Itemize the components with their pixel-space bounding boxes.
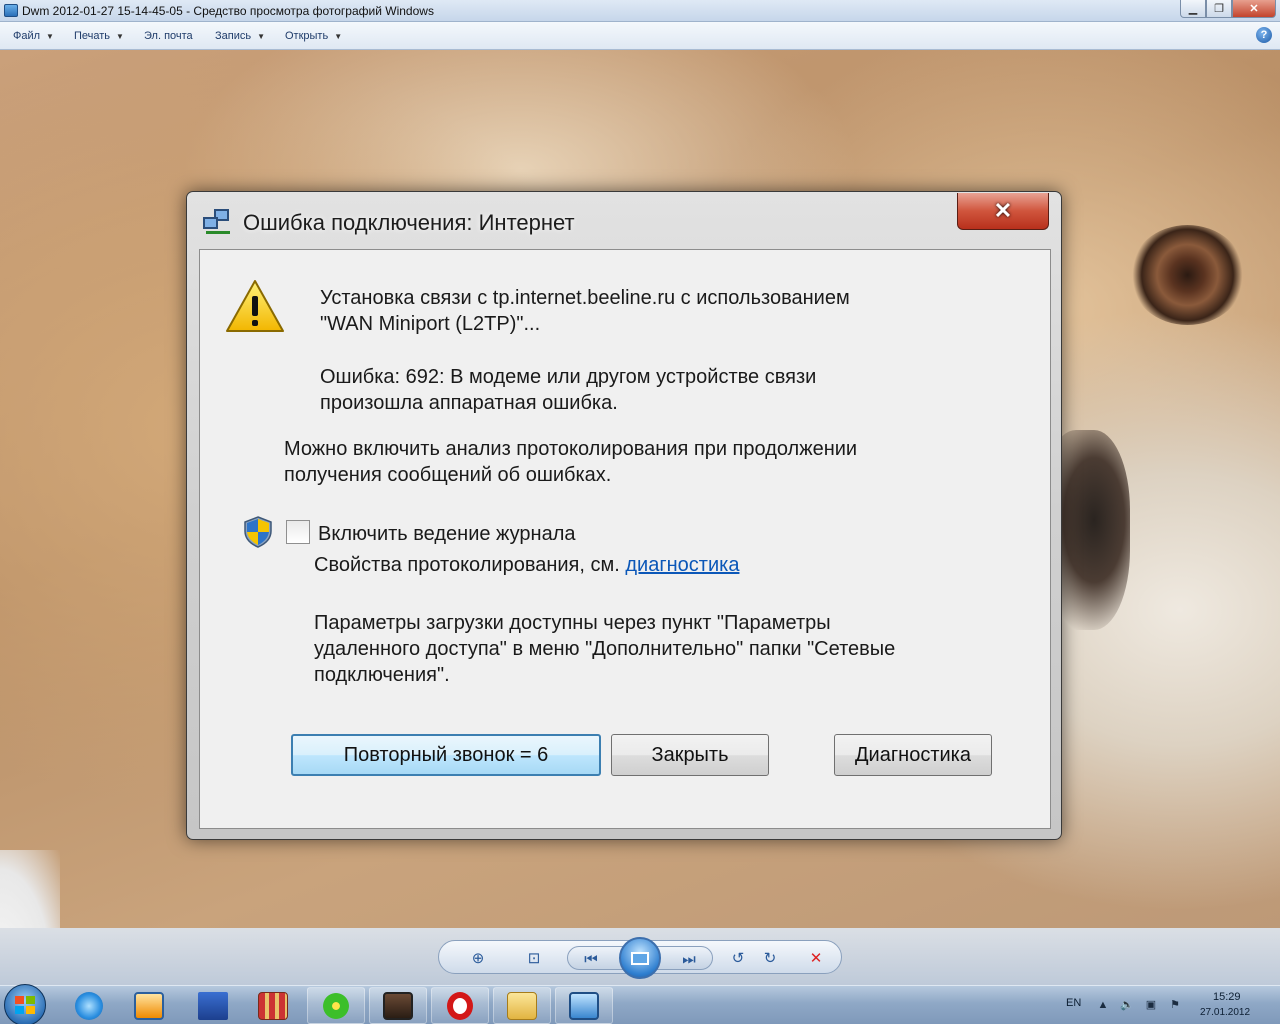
window-close-button[interactable]: ✕ [1232, 0, 1276, 18]
close-icon: ✕ [1249, 3, 1259, 15]
taskbar-internet-explorer[interactable] [60, 987, 118, 1024]
menu-open-label: Открыть [285, 30, 329, 42]
menu-open[interactable]: Открыть ▼ [285, 30, 342, 42]
taskbar-photo-viewer[interactable] [555, 987, 613, 1024]
chevron-down-icon: ▼ [116, 32, 124, 41]
restore-icon: ❐ [1214, 3, 1224, 15]
diagnostics-link[interactable]: диагностика [625, 554, 739, 576]
clock-date[interactable]: 27.01.2012 [1200, 1007, 1250, 1018]
window-titlebar: Dwm 2012-01-27 15-14-45-05 - Средство пр… [0, 0, 1280, 22]
menu-email-label: Эл. почта [144, 30, 193, 42]
chevron-down-icon: ▼ [257, 32, 266, 41]
delete-icon: ✕ [809, 950, 823, 967]
volume-icon[interactable]: 🔈 [1120, 999, 1134, 1011]
connection-error-dialog: Ошибка подключения: Интернет ✕ Установка… [186, 191, 1062, 840]
menu-print-label: Печать [74, 30, 111, 42]
next-icon: ⏭ [682, 950, 696, 968]
logging-hint-line-1: Можно включить анализ протоколирования п… [284, 438, 858, 460]
opera-icon [447, 991, 473, 1020]
menu-print[interactable]: Печать ▼ [74, 30, 124, 42]
menu-file-label: Файл [13, 30, 41, 42]
params-line-3: подключения". [314, 664, 450, 686]
viewer-controls: ⊕ ⊡ ⏮ ⏭ ↺ ↻ ✕ [438, 937, 842, 979]
windows-logo-icon [15, 996, 35, 1014]
icq-flower-icon [321, 991, 351, 1020]
redial-button[interactable]: Повторный звонок = 6 [291, 734, 601, 776]
viewer-control-area: ⊕ ⊡ ⏮ ⏭ ↺ ↻ ✕ [0, 928, 1280, 985]
taskbar-opera[interactable] [431, 987, 489, 1024]
menu-file[interactable]: Файл ▼ [13, 30, 54, 42]
menu-bar: Файл ▼ Печать ▼ Эл. почта Запись ▼ Открыть ▼… [0, 22, 1280, 50]
clock-time[interactable]: 15:29 [1213, 991, 1241, 1003]
zoom-button[interactable]: ⊕ [467, 947, 489, 969]
close-button[interactable]: Закрыть [611, 734, 769, 776]
next-button[interactable]: ⏭ [678, 948, 700, 970]
chevron-down-icon: ▼ [46, 32, 54, 41]
rotate-right-icon: ↻ [763, 950, 777, 967]
dialog-close-button[interactable]: ✕ [957, 193, 1049, 230]
enable-logging-checkbox[interactable] [286, 520, 310, 544]
logging-properties-text: Свойства протоколирования, см. диагности… [314, 552, 739, 578]
enable-logging-label: Включить ведение журнала [318, 523, 576, 545]
start-button[interactable] [4, 984, 46, 1024]
snow [0, 850, 60, 928]
slideshow-icon [631, 951, 649, 965]
internet-explorer-icon [75, 991, 103, 1020]
params-line-1: Параметры загрузки доступны через пункт … [314, 612, 831, 634]
floppy-disk-icon [198, 991, 228, 1020]
message-line-1: Установка связи с tp.internet.beeline.ru… [320, 287, 850, 309]
media-player-icon [134, 991, 164, 1020]
window-controls: ▁ ❐ ✕ [1180, 0, 1276, 18]
rotate-left-button[interactable]: ↺ [727, 947, 749, 969]
network-connection-icon [203, 209, 233, 235]
delete-button[interactable]: ✕ [805, 947, 827, 969]
taskbar-archiver[interactable] [244, 987, 302, 1024]
language-indicator[interactable]: EN [1066, 997, 1081, 1009]
close-icon: ✕ [993, 198, 1013, 223]
photo-viewer-icon [569, 991, 599, 1020]
window-title: Dwm 2012-01-27 15-14-45-05 - Средство пр… [22, 4, 434, 18]
dialog-content: Установка связи с tp.internet.beeline.ru… [199, 249, 1051, 829]
taskbar-save-app[interactable] [184, 987, 242, 1024]
minimize-button[interactable]: ▁ [1180, 0, 1206, 18]
taskbar-avatar-app[interactable] [369, 987, 427, 1024]
previous-icon: ⏮ [584, 950, 598, 968]
logging-properties-label: Свойства протоколирования, см. [314, 554, 620, 576]
actual-size-button[interactable]: ⊡ [523, 947, 545, 969]
dialog-title: Ошибка подключения: Интернет [243, 210, 575, 235]
diagnostics-button[interactable]: Диагностика [834, 734, 992, 776]
message-line-2: "WAN Miniport (L2TP)"... [320, 313, 541, 335]
error-line-1: Ошибка: 692: В модеме или другом устройс… [320, 366, 817, 388]
photo-viewer-app-icon [4, 4, 18, 17]
error-line-2: произошла аппаратная ошибка. [320, 392, 618, 414]
taskbar-icq[interactable] [307, 987, 365, 1024]
show-hidden-icons-chevron-icon[interactable]: ▲ [1096, 999, 1110, 1011]
archiver-icon [258, 991, 288, 1020]
chevron-down-icon: ▼ [334, 32, 343, 41]
menu-burn-label: Запись [215, 30, 252, 42]
fit-window-icon: ⊡ [527, 950, 541, 967]
menu-email[interactable]: Эл. почта [144, 30, 193, 42]
maximize-button[interactable]: ❐ [1206, 0, 1232, 18]
menu-burn[interactable]: Запись ▼ [215, 30, 265, 42]
slideshow-button[interactable] [619, 937, 661, 979]
minimize-icon: ▁ [1188, 3, 1198, 15]
folder-icon [507, 991, 537, 1020]
warning-icon [226, 280, 284, 332]
previous-button[interactable]: ⏮ [580, 948, 602, 970]
network-icon[interactable]: ▣ [1144, 999, 1158, 1011]
rotate-right-button[interactable]: ↻ [759, 947, 781, 969]
rotate-left-icon: ↺ [731, 950, 745, 967]
taskbar-explorer[interactable] [493, 987, 551, 1024]
action-center-flag-icon[interactable]: ⚑ [1168, 999, 1182, 1011]
help-icon[interactable]: ? [1256, 27, 1272, 43]
zoom-icon: ⊕ [471, 950, 485, 967]
avatar-icon [383, 991, 413, 1020]
fox-eye [1130, 225, 1245, 325]
taskbar-media-player[interactable] [120, 987, 178, 1024]
taskbar: EN ▲ 🔈 ▣ ⚑ 15:29 27.01.2012 [0, 984, 1280, 1024]
logging-hint-line-2: получения сообщений об ошибках. [284, 464, 612, 486]
params-line-2: удаленного доступа" в меню "Дополнительн… [314, 638, 896, 660]
uac-shield-icon [244, 516, 272, 548]
